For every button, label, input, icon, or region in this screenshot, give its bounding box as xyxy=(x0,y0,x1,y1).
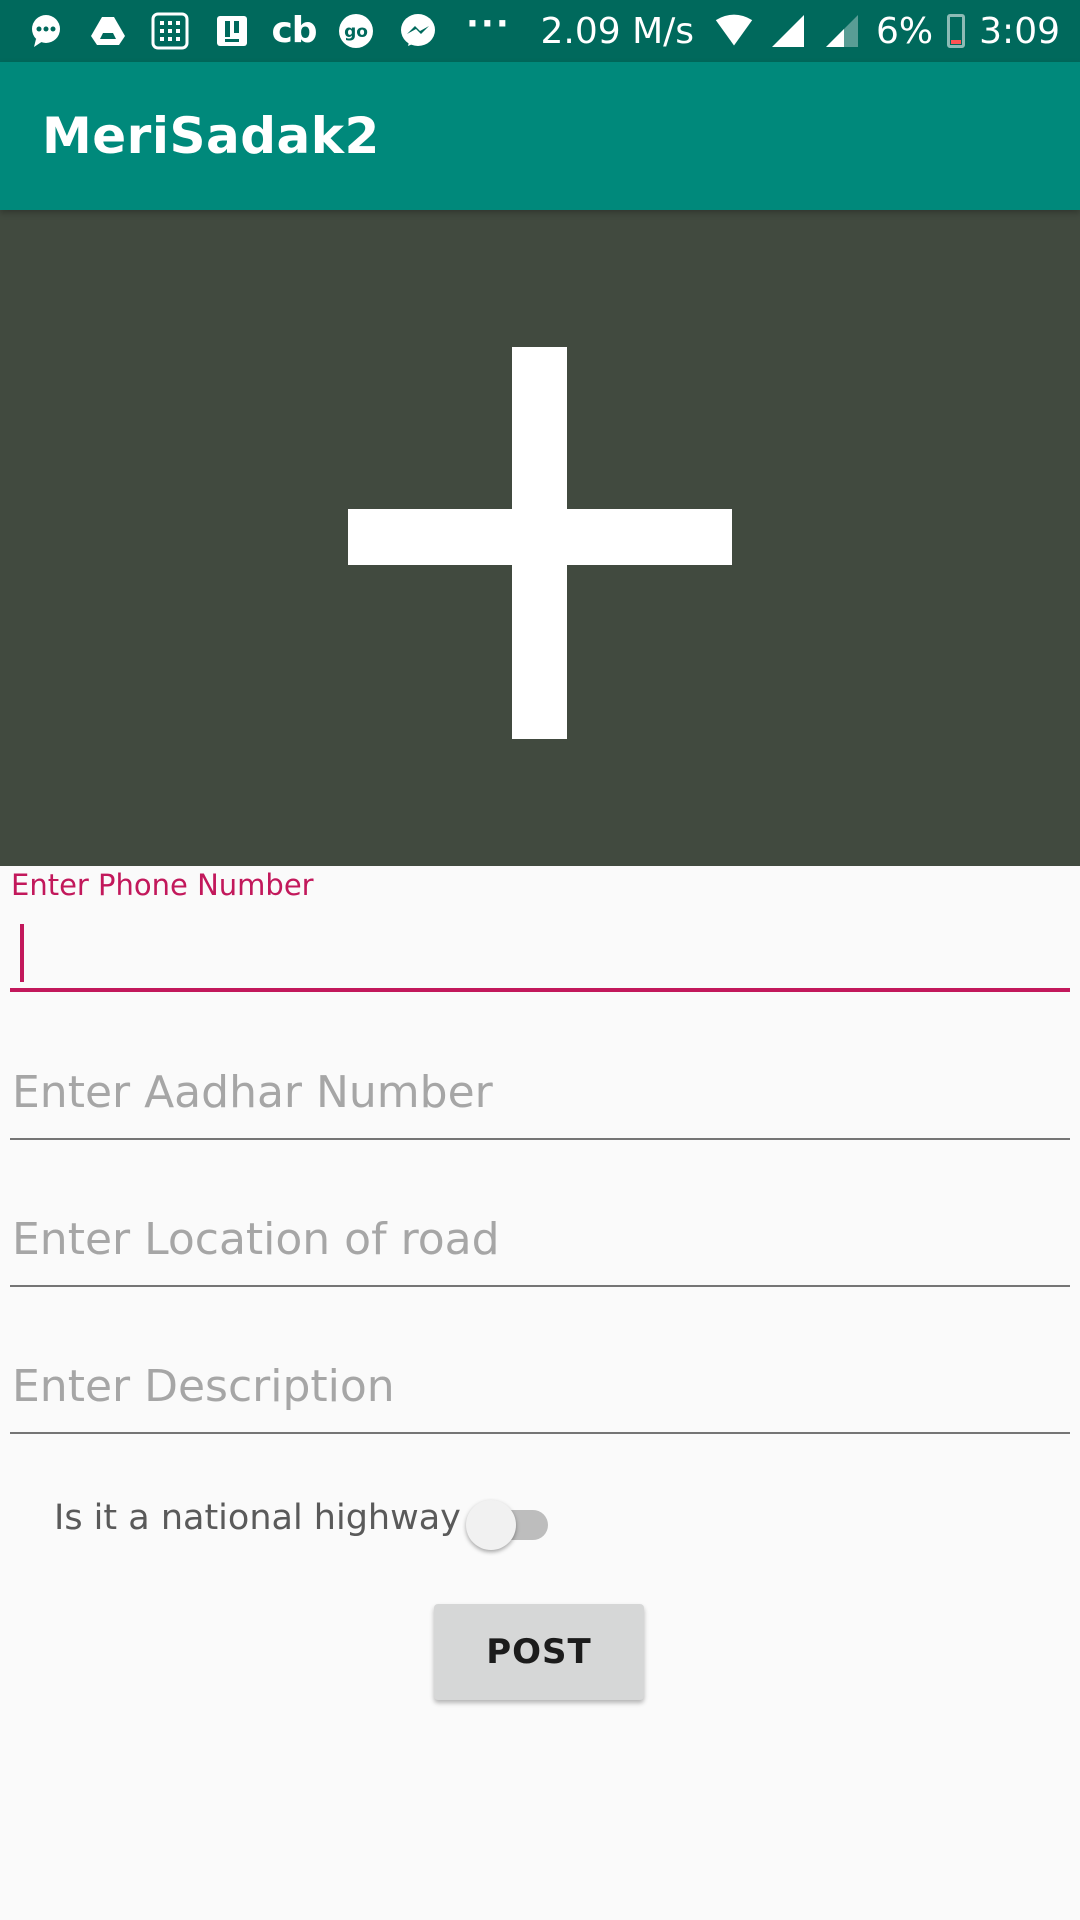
road-location-field xyxy=(10,1207,1070,1287)
calculator-icon xyxy=(150,11,190,51)
description-field xyxy=(10,1354,1070,1434)
aadhar-number-field xyxy=(10,1060,1070,1140)
phone-number-label: Enter Phone Number xyxy=(11,868,314,902)
status-bar-system: 2.09 M/s 6% 3:09 xyxy=(540,11,1060,52)
battery-icon xyxy=(947,14,966,48)
phone-number-field: Enter Phone Number xyxy=(10,866,1070,996)
wifi-icon xyxy=(714,11,754,51)
national-highway-label: Is it a national highway xyxy=(54,1498,461,1538)
more-notifications-icon: ··· xyxy=(466,4,511,44)
clock: 3:09 xyxy=(979,10,1060,52)
goibibo-icon: go xyxy=(336,11,376,51)
goibibo-icon-text: go xyxy=(344,22,368,42)
post-button[interactable]: POST xyxy=(434,1604,644,1700)
description-input[interactable] xyxy=(10,1354,1070,1434)
national-highway-switch[interactable] xyxy=(464,1496,554,1552)
drive-icon xyxy=(88,11,128,51)
chat-bubble-icon xyxy=(26,11,66,51)
app-bar: MeriSadak2 xyxy=(0,62,1080,210)
battery-percent: 6% xyxy=(876,10,934,52)
switch-thumb xyxy=(466,1500,516,1550)
add-image-button[interactable] xyxy=(0,210,1080,866)
signal-strong-icon xyxy=(768,11,808,51)
app-title: MeriSadak2 xyxy=(42,107,380,165)
network-speed: 2.09 M/s xyxy=(540,10,695,52)
notification-icon xyxy=(212,11,252,51)
phone-number-input[interactable] xyxy=(10,924,1070,992)
status-bar: cb go ··· 2.09 M/s 6% 3:09 xyxy=(0,0,1080,62)
plus-icon-horizontal-bar xyxy=(348,509,732,565)
cricbuzz-icon: cb xyxy=(271,10,317,51)
road-location-input[interactable] xyxy=(10,1207,1070,1287)
screen: cb go ··· 2.09 M/s 6% 3:09 MeriSadak2 En… xyxy=(0,0,1080,1920)
status-bar-notifications: cb go ··· xyxy=(26,7,511,51)
aadhar-number-input[interactable] xyxy=(10,1060,1070,1140)
signal-weak-icon xyxy=(822,11,862,51)
messenger-icon xyxy=(398,11,438,51)
